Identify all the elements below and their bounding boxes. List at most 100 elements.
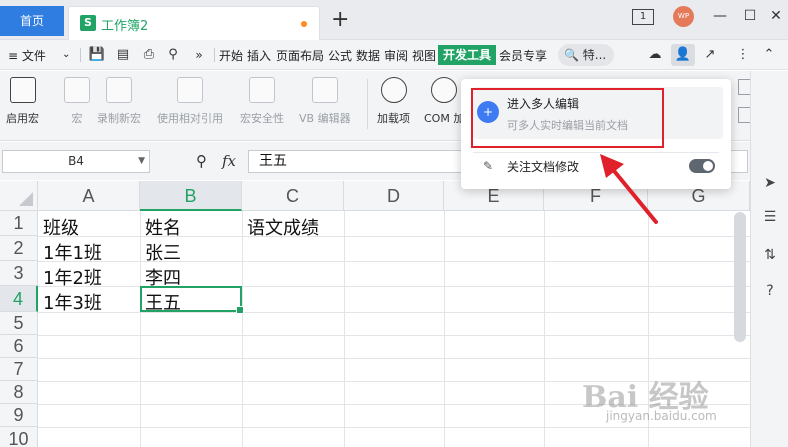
follow-changes-toggle[interactable] — [689, 159, 715, 173]
document-edit-icon: ✎ — [483, 159, 494, 173]
enable-macro-button[interactable]: 启用宏 — [6, 77, 39, 126]
macro-security-label: 宏安全性 — [240, 112, 284, 125]
addins-label: 加载项 — [377, 112, 410, 125]
macro-button[interactable]: 宏 — [64, 77, 90, 126]
menu-bar: ≡ 文件 ⌄ 💾 ▤ ⎙ ⚲ » 开始 插入 页面布局 公式 数据 审阅 视图 … — [0, 40, 788, 70]
column-header-a[interactable]: A — [38, 181, 140, 211]
com-addins-button[interactable]: COM 加 — [424, 77, 464, 126]
adjust-icon[interactable]: ☰ — [761, 208, 779, 226]
pointer-icon[interactable]: ➤ — [761, 174, 779, 192]
follow-changes-label: 关注文档修改 — [507, 160, 580, 174]
macro-icon — [64, 77, 90, 103]
cell-b2[interactable]: 张三 — [142, 239, 181, 265]
row-header-3[interactable]: 3 — [0, 261, 38, 286]
active-cell-cursor[interactable] — [140, 286, 244, 314]
menu-formula[interactable]: 公式 — [328, 47, 352, 64]
watermark-subtitle: jingyan.baidu.com — [606, 409, 717, 423]
minimize-icon[interactable]: — — [710, 6, 730, 26]
row-header-2[interactable]: 2 — [0, 236, 38, 261]
row-header-4[interactable]: 4 — [0, 286, 38, 312]
relative-reference-button[interactable]: 使用相对引用 — [157, 77, 223, 126]
help-icon[interactable]: ? — [761, 282, 779, 300]
macro-security-button[interactable]: 宏安全性 — [240, 77, 284, 126]
share-icon[interactable]: ↗ — [701, 46, 719, 64]
search-label: 特... — [582, 48, 607, 62]
menu-insert[interactable]: 插入 — [247, 47, 271, 64]
record-macro-icon — [106, 77, 132, 103]
cell-c1[interactable]: 语文成绩 — [244, 214, 319, 240]
collapse-ribbon-icon[interactable]: ⌃ — [760, 46, 778, 64]
menu-file[interactable]: ≡ 文件 — [8, 47, 46, 64]
enable-macro-icon — [9, 77, 36, 103]
menu-data[interactable]: 数据 — [356, 47, 380, 64]
vb-editor-button[interactable]: VB 编辑器 — [299, 77, 351, 126]
highlight-rectangle — [471, 88, 664, 148]
sort-icon[interactable]: ⇅ — [761, 246, 779, 264]
avatar[interactable]: WP — [673, 6, 694, 27]
column-header-d[interactable]: D — [344, 181, 444, 211]
cell-a2[interactable]: 1年1班 — [40, 239, 102, 265]
grid-line — [140, 211, 141, 447]
red-arrow-annotation — [600, 154, 658, 224]
column-header-c[interactable]: C — [242, 181, 344, 211]
unsaved-dot-icon — [301, 21, 307, 27]
cell-b1[interactable]: 姓名 — [142, 214, 181, 240]
preview-icon[interactable]: ⚲ — [164, 46, 182, 64]
grid-line — [344, 211, 345, 447]
row-header-6[interactable]: 6 — [0, 335, 38, 358]
vertical-scrollbar[interactable] — [734, 212, 746, 342]
column-header-b[interactable]: B — [140, 181, 242, 211]
ribbon-divider — [367, 79, 368, 129]
com-addins-icon — [431, 77, 458, 103]
addins-button[interactable]: 加载项 — [377, 77, 410, 126]
row-header-8[interactable]: 8 — [0, 381, 38, 404]
close-icon[interactable]: ✕ — [766, 6, 786, 26]
select-all-corner[interactable] — [0, 181, 38, 211]
save-icon[interactable]: 💾 — [88, 46, 106, 64]
tab-home[interactable]: 首页 — [0, 6, 64, 36]
export-icon[interactable]: ▤ — [114, 46, 132, 64]
right-sidebar: ➤ ☰ ⇅ ? — [750, 71, 788, 447]
menu-developer[interactable]: 开发工具 — [438, 45, 496, 65]
grid-line — [38, 358, 750, 359]
record-macro-label: 录制新宏 — [97, 112, 141, 125]
record-macro-button[interactable]: 录制新宏 — [97, 77, 141, 126]
menu-view[interactable]: 视图 — [412, 47, 436, 64]
cloud-icon[interactable]: ☁ — [646, 46, 664, 64]
menu-start[interactable]: 开始 — [219, 47, 243, 64]
macro-label: 宏 — [71, 112, 83, 125]
cell-a3[interactable]: 1年2班 — [40, 264, 102, 290]
row-header-10[interactable]: 10 — [0, 427, 38, 447]
grid-line — [242, 211, 243, 447]
relative-reference-icon — [177, 77, 203, 103]
spreadsheet-icon: S — [80, 15, 96, 31]
search-pill[interactable]: 🔍 特... — [558, 44, 614, 66]
new-tab-button[interactable]: + — [331, 8, 349, 32]
row-header-9[interactable]: 9 — [0, 404, 38, 427]
macro-security-icon — [249, 77, 275, 103]
tab-document[interactable]: S 工作簿2 — [68, 6, 320, 40]
com-addins-label: COM 加 — [424, 112, 465, 125]
row-header-1[interactable]: 1 — [0, 211, 38, 236]
print-icon[interactable]: ⎙ — [140, 46, 158, 64]
vb-editor-icon — [311, 77, 338, 103]
tab-bar: 首页 S 工作簿2 + 1 WP — ☐ ✕ — [0, 0, 788, 40]
maximize-icon[interactable]: ☐ — [740, 6, 760, 26]
name-box[interactable]: B4 ▼ — [2, 150, 150, 173]
search-icon: 🔍 — [564, 48, 579, 62]
cell-a1[interactable]: 班级 — [40, 214, 79, 240]
collaborate-button[interactable]: 👤 — [671, 44, 695, 66]
zoom-formula-icon[interactable]: ⚲ — [196, 152, 207, 170]
document-title: 工作簿2 — [101, 19, 149, 34]
page-count-icon[interactable]: 1 — [632, 9, 654, 25]
cell-a4[interactable]: 1年3班 — [40, 289, 102, 315]
function-icon[interactable]: fx — [222, 152, 236, 170]
menu-member[interactable]: 会员专享 — [499, 47, 547, 64]
row-header-7[interactable]: 7 — [0, 358, 38, 381]
more-chevron-icon[interactable]: » — [190, 46, 208, 64]
menu-page-layout[interactable]: 页面布局 — [276, 47, 324, 64]
chevron-down-icon[interactable]: ⌄ — [62, 49, 70, 60]
menu-review[interactable]: 审阅 — [384, 47, 408, 64]
more-icon[interactable]: ⋮ — [734, 46, 752, 64]
row-header-5[interactable]: 5 — [0, 312, 38, 335]
